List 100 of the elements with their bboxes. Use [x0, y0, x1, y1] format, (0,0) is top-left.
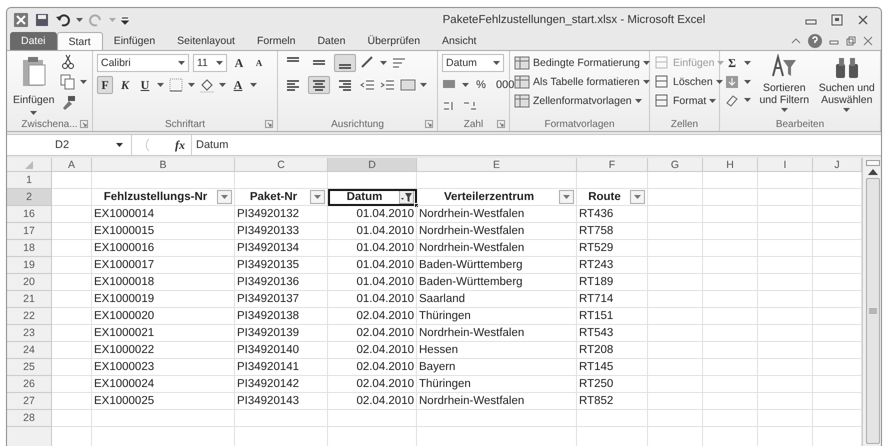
formula-field[interactable]: Datum — [192, 135, 881, 155]
row-header[interactable]: 2 — [7, 189, 52, 206]
fill-down-icon[interactable] — [724, 74, 740, 90]
row-header[interactable]: 25 — [7, 359, 52, 376]
caret-icon — [109, 18, 116, 22]
copy-icon[interactable] — [60, 74, 76, 90]
sort-filter-button[interactable]: Sortieren und Filtern — [755, 54, 814, 117]
autosum-button[interactable]: Σ — [724, 54, 740, 72]
header-cell[interactable]: Verteilerzentrum — [417, 189, 577, 206]
merge-cells-icon[interactable] — [400, 77, 416, 93]
maximize-icon[interactable] — [831, 14, 843, 26]
row-header[interactable]: 17 — [7, 223, 52, 240]
caret-icon — [634, 98, 642, 102]
collapse-ribbon-icon[interactable] — [791, 36, 801, 46]
border-icon[interactable] — [168, 77, 184, 93]
column-header[interactable]: I — [758, 158, 813, 172]
save-icon[interactable] — [34, 12, 50, 28]
ribbon-tab[interactable]: Daten — [306, 32, 356, 50]
row-header[interactable]: 1 — [7, 172, 52, 189]
table-cell — [52, 291, 92, 308]
cells-icon[interactable] — [654, 92, 670, 108]
table-style-icon[interactable] — [514, 54, 530, 70]
column-header[interactable]: D — [328, 158, 417, 172]
row-header[interactable]: 28 — [7, 410, 52, 427]
caret-icon — [493, 61, 500, 65]
split-handle-icon[interactable] — [866, 160, 880, 166]
row-header[interactable]: 20 — [7, 274, 52, 291]
close-icon[interactable] — [863, 36, 873, 46]
name-box[interactable]: D2 — [7, 135, 132, 155]
font-name-field[interactable]: Calibri — [97, 54, 189, 72]
row-header[interactable]: 27 — [7, 393, 52, 410]
fill-color-icon[interactable] — [199, 77, 215, 93]
styles-menu-button[interactable]: Bedingte Formatierung — [514, 54, 650, 71]
filter-button[interactable] — [399, 190, 414, 204]
excel-logo-icon[interactable] — [13, 12, 29, 28]
insert-function-button[interactable]: fx — [175, 138, 185, 152]
underline-button[interactable]: U — [137, 76, 153, 94]
header-cell[interactable]: Paket-Nr — [235, 189, 328, 206]
row-header[interactable]: 18 — [7, 240, 52, 257]
row-header[interactable]: 16 — [7, 206, 52, 223]
ribbon-tab[interactable]: Seitenlayout — [166, 32, 246, 50]
table-cell — [758, 376, 813, 393]
ribbon-tab[interactable]: Formeln — [246, 32, 306, 50]
scissors-icon[interactable] — [60, 54, 76, 70]
help-icon[interactable] — [808, 34, 822, 48]
column-header[interactable]: B — [92, 158, 235, 172]
row-header[interactable]: 22 — [7, 308, 52, 325]
cells-menu-button[interactable]: Format — [654, 92, 724, 109]
table-cell — [758, 172, 813, 189]
header-cell[interactable]: Fehlzustellungs-Nr — [92, 189, 235, 206]
caret-icon — [178, 61, 185, 65]
ribbon-tab[interactable]: Einfügen — [102, 32, 166, 50]
column-header[interactable]: G — [648, 158, 703, 172]
table-style-icon[interactable] — [514, 74, 530, 90]
header-cell[interactable]: Datum — [328, 189, 417, 206]
file-tab[interactable]: Datei — [10, 32, 57, 50]
table-cell — [703, 257, 758, 274]
column-header[interactable]: H — [703, 158, 758, 172]
header-cell[interactable]: Route — [577, 189, 648, 206]
bold-button[interactable]: F — [97, 76, 113, 94]
cells-icon[interactable] — [654, 74, 670, 90]
grow-font-button[interactable]: A — [231, 54, 247, 72]
cells-menu-button[interactable]: Löschen — [654, 73, 724, 90]
number-format-field[interactable]: Datum — [442, 54, 504, 72]
close-icon[interactable] — [857, 14, 869, 26]
format-painter-icon[interactable] — [60, 94, 76, 110]
launcher-icon[interactable] — [265, 120, 273, 128]
group-label: Formatvorlagen — [544, 118, 615, 130]
table-cell — [703, 240, 758, 257]
styles-menu-button[interactable]: Zellenformatvorlagen — [514, 92, 650, 109]
row-header[interactable]: 23 — [7, 325, 52, 342]
scrollbar-thumb[interactable] — [866, 178, 880, 444]
column-header[interactable]: C — [235, 158, 328, 172]
undo-icon[interactable] — [55, 12, 71, 28]
column-header[interactable]: E — [417, 158, 577, 172]
ribbon-tab[interactable]: Ansicht — [431, 32, 488, 50]
row-header[interactable]: 26 — [7, 376, 52, 393]
font-color-button[interactable]: A — [230, 76, 246, 94]
italic-button[interactable]: K — [117, 76, 133, 94]
launcher-icon[interactable] — [425, 120, 433, 128]
font-size-field[interactable]: 11 — [193, 54, 227, 72]
column-header[interactable]: F — [577, 158, 648, 172]
percent-button[interactable]: % — [473, 76, 489, 94]
column-header[interactable]: A — [52, 158, 92, 172]
launcher-icon[interactable] — [497, 120, 505, 128]
find-select-button[interactable]: Suchen und Auswählen — [818, 54, 876, 117]
table-cell: 01.04.2010 — [328, 257, 417, 274]
scroll-up-icon[interactable] — [868, 168, 878, 176]
column-header[interactable]: J — [813, 158, 862, 172]
row-header[interactable]: 21 — [7, 291, 52, 308]
row-header[interactable]: 24 — [7, 342, 52, 359]
paste-button[interactable]: Einfügen — [11, 54, 56, 117]
ribbon-tab[interactable]: Start — [56, 32, 103, 50]
launcher-icon[interactable] — [80, 120, 88, 128]
restore-icon[interactable] — [846, 36, 856, 46]
ribbon-tab[interactable]: Überprüfen — [356, 32, 432, 50]
table-style-icon[interactable] — [514, 92, 530, 108]
styles-menu-button[interactable]: Als Tabelle formatieren — [514, 73, 650, 90]
shrink-font-button[interactable]: A — [251, 54, 267, 72]
row-header[interactable]: 19 — [7, 257, 52, 274]
